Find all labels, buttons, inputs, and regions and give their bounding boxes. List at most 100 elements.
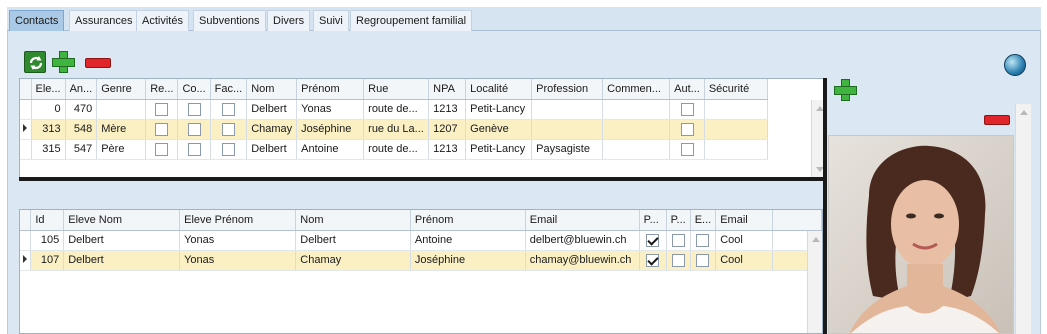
col-prenom[interactable]: Prénom — [296, 79, 365, 100]
cell-prenom[interactable]: Antoine — [296, 139, 365, 160]
checkbox-co[interactable] — [187, 142, 201, 156]
cell-nom[interactable]: Delbert — [246, 139, 298, 160]
cell-prenom[interactable]: Antoine — [410, 230, 526, 251]
add-photo-button[interactable] — [833, 78, 857, 102]
checkbox-aut[interactable] — [680, 122, 694, 136]
checkbox-re[interactable] — [155, 122, 169, 136]
tab-assurances[interactable]: Assurances — [69, 10, 139, 31]
col-email[interactable]: Email — [525, 210, 640, 231]
col-re[interactable]: Re... — [145, 79, 179, 100]
cell-email[interactable]: delbert@bluewin.ch — [525, 230, 640, 251]
col-fac[interactable]: Fac... — [210, 79, 248, 100]
remove-photo-button[interactable] — [984, 115, 1010, 125]
cell-rue[interactable]: route de... — [363, 139, 430, 160]
checkbox-re[interactable] — [155, 102, 169, 116]
cell-nom[interactable]: Delbert — [295, 230, 411, 251]
cell-annee[interactable]: 548 — [65, 119, 98, 140]
cell-aut[interactable] — [669, 139, 705, 160]
col-aut[interactable]: Aut... — [669, 79, 705, 100]
cell-localite[interactable]: Genève — [465, 119, 533, 140]
cell-co[interactable] — [177, 99, 211, 120]
cell-eleve-nom[interactable]: Delbert — [63, 230, 181, 251]
relations-grid[interactable]: Id Eleve Nom Eleve Prénom Nom Prénom Ema… — [19, 209, 823, 334]
cell-genre[interactable]: Mère — [96, 119, 147, 140]
col-nom[interactable]: Nom — [295, 210, 411, 231]
col-annee[interactable]: An... — [65, 79, 98, 100]
col-securite[interactable]: Sécurité — [704, 79, 768, 100]
cell-nom[interactable]: Chamay — [246, 119, 298, 140]
table-row[interactable]: 105 Delbert Yonas Delbert Antoine delber… — [20, 230, 822, 251]
col-id[interactable]: Id — [30, 210, 65, 231]
relations-grid-scrollbar[interactable] — [807, 231, 822, 333]
cell-profession[interactable] — [531, 119, 604, 140]
cell-prenom[interactable]: Joséphine — [410, 250, 526, 271]
table-row[interactable]: 0 470 Delbert Yonas route de... 1213 Pet… — [20, 99, 768, 120]
cell-commentaire[interactable] — [602, 119, 671, 140]
cell-fac[interactable] — [210, 139, 248, 160]
col-localite[interactable]: Localité — [465, 79, 533, 100]
cell-npa[interactable]: 1207 — [428, 119, 467, 140]
remove-contact-button[interactable] — [85, 58, 111, 68]
cell-rue[interactable]: rue du La... — [363, 119, 430, 140]
scroll-up-icon[interactable] — [812, 237, 820, 242]
photo-scrollbar[interactable] — [1015, 104, 1031, 334]
cell-eleve-nom[interactable]: Delbert — [63, 250, 181, 271]
cell-npa[interactable]: 1213 — [428, 99, 467, 120]
col-prenom[interactable]: Prénom — [410, 210, 526, 231]
checkbox-fac[interactable] — [221, 122, 235, 136]
cell-fac[interactable] — [210, 99, 248, 120]
cell-re[interactable] — [145, 139, 179, 160]
col-nom[interactable]: Nom — [246, 79, 298, 100]
col-eleve-nom[interactable]: Eleve Nom — [63, 210, 181, 231]
checkbox-fac[interactable] — [221, 142, 235, 156]
col-genre[interactable]: Genre — [96, 79, 147, 100]
scroll-up-icon[interactable] — [1020, 110, 1028, 115]
tab-activites[interactable]: Activités — [136, 10, 189, 31]
cell-email-status[interactable]: Cool — [715, 250, 773, 271]
col-co[interactable]: Co... — [177, 79, 211, 100]
cell-aut[interactable] — [669, 119, 705, 140]
checkbox-p2[interactable] — [671, 253, 685, 267]
cell-aut[interactable] — [669, 99, 705, 120]
cell-p1[interactable] — [639, 230, 667, 251]
checkbox-aut[interactable] — [680, 102, 694, 116]
table-row-selected[interactable]: 107 Delbert Yonas Chamay Joséphine chama… — [20, 250, 822, 271]
cell-prenom[interactable]: Yonas — [296, 99, 365, 120]
cell-eleve[interactable]: 315 — [31, 139, 66, 160]
cell-eleve[interactable]: 0 — [31, 99, 66, 120]
add-contact-button[interactable] — [51, 50, 75, 74]
tab-contacts[interactable]: Contacts — [9, 10, 65, 31]
cell-annee[interactable]: 470 — [65, 99, 98, 120]
col-npa[interactable]: NPA — [428, 79, 467, 100]
cell-co[interactable] — [177, 119, 211, 140]
tab-divers[interactable]: Divers — [267, 10, 311, 31]
checkbox-p2[interactable] — [671, 233, 685, 247]
col-rue[interactable]: Rue — [363, 79, 430, 100]
checkbox-p1[interactable] — [646, 253, 660, 267]
cell-genre[interactable] — [96, 99, 147, 120]
cell-nom[interactable]: Delbert — [246, 99, 298, 120]
table-row-selected[interactable]: 313 548 Mère Chamay Joséphine rue du La.… — [20, 119, 768, 140]
cell-p1[interactable] — [639, 250, 667, 271]
col-commentaire[interactable]: Commen... — [602, 79, 671, 100]
col-profession[interactable]: Profession — [531, 79, 604, 100]
cell-e[interactable] — [690, 250, 717, 271]
refresh-button[interactable] — [24, 51, 46, 73]
cell-e[interactable] — [690, 230, 717, 251]
cell-rue[interactable]: route de... — [363, 99, 430, 120]
checkbox-fac[interactable] — [221, 102, 235, 116]
checkbox-co[interactable] — [187, 102, 201, 116]
cell-profession[interactable]: Paysagiste — [531, 139, 604, 160]
cell-p2[interactable] — [666, 250, 691, 271]
table-row[interactable]: 315 547 Père Delbert Antoine route de...… — [20, 139, 768, 160]
cell-eleve-prenom[interactable]: Yonas — [179, 250, 297, 271]
photo-splitter[interactable] — [823, 78, 827, 334]
col-eleve[interactable]: Ele... — [31, 79, 66, 100]
col-e[interactable]: E... — [690, 210, 717, 231]
grid-splitter[interactable] — [19, 177, 827, 181]
col-p2[interactable]: P... — [666, 210, 691, 231]
cell-securite[interactable] — [704, 99, 768, 120]
cell-prenom[interactable]: Joséphine — [296, 119, 365, 140]
checkbox-co[interactable] — [187, 122, 201, 136]
cell-commentaire[interactable] — [602, 139, 671, 160]
